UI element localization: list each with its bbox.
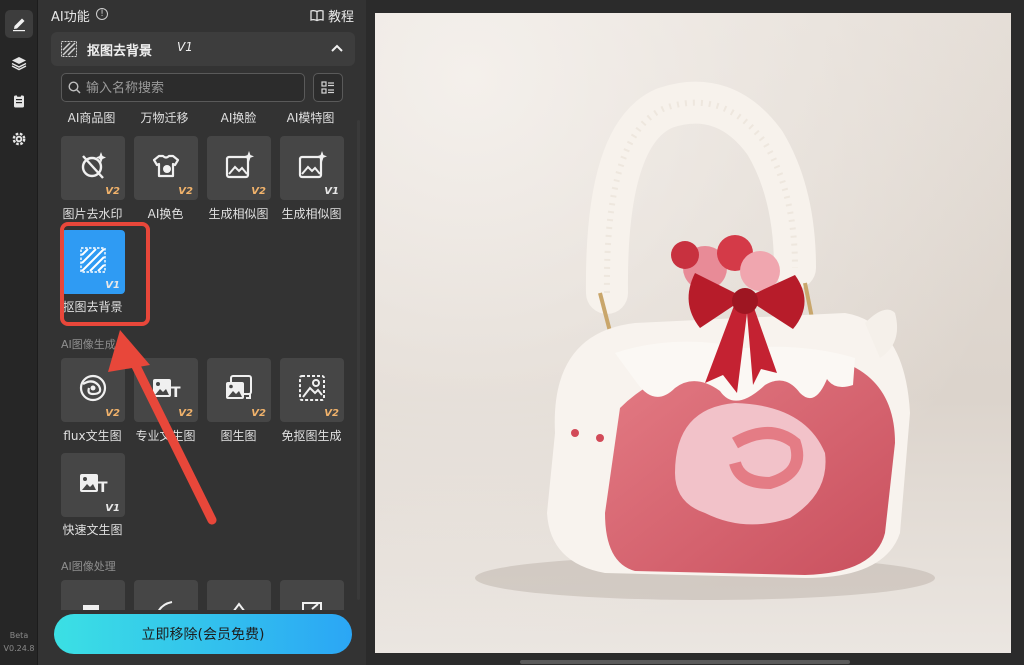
tool-tile-image-to-image[interactable]: V2 (207, 358, 271, 422)
image-text-icon: T (153, 379, 181, 401)
search-input[interactable] (86, 79, 296, 97)
list-view-toggle[interactable] (313, 73, 343, 102)
version-badge: V2 (251, 186, 266, 197)
tool-label-transfer[interactable]: 万物迁移 (127, 109, 202, 126)
handbag-image (375, 13, 1011, 653)
panel-header: AI功能 ! 教程 (38, 0, 366, 30)
tool-label[interactable]: 生成相似图 (274, 205, 349, 222)
tool-tile-recolor[interactable]: V2 (134, 136, 198, 200)
tool-tile-cutout-free-generation[interactable]: V2 (280, 358, 344, 422)
tutorial-link[interactable]: 教程 (310, 6, 354, 25)
version-badge: V2 (251, 408, 266, 419)
tool-label-face-swap[interactable]: AI换脸 (201, 109, 276, 126)
image-sparkle-icon (298, 151, 327, 179)
version-badge: V1 (324, 186, 339, 197)
edit-tool-button[interactable] (5, 10, 33, 38)
tool-tile-pro-text-to-image[interactable]: T V2 (134, 358, 198, 422)
clipboard-icon (14, 94, 24, 108)
tool-label[interactable]: 专业文生图 (128, 427, 203, 444)
version-badge: V2 (178, 408, 193, 419)
tool-tile-similar-v1[interactable]: V1 (280, 136, 344, 200)
image-text-icon: T (80, 474, 108, 496)
tool-label-model[interactable]: AI模特图 (273, 109, 348, 126)
remove-now-button[interactable]: 立即移除(会员免费) (54, 614, 352, 654)
stripes-icon (61, 41, 77, 57)
tool-tile-watermark-removal[interactable]: V2 (61, 136, 125, 200)
expand-icon (302, 602, 322, 610)
version-badge: V2 (178, 186, 193, 197)
shirt-palette-icon (152, 154, 180, 178)
pen-icon (233, 602, 245, 610)
tool-tile[interactable] (280, 580, 344, 610)
category-ai-image-processing: AI图像处理 (61, 560, 116, 573)
list-icon (321, 80, 334, 94)
tool-tile[interactable] (134, 580, 198, 610)
info-icon[interactable]: ! (96, 8, 108, 20)
tool-tile-flux[interactable]: V2 (61, 358, 125, 422)
version-badge: V2 (105, 186, 120, 197)
panel-title: AI功能 (51, 10, 90, 25)
magic-eraser-icon (81, 152, 106, 179)
tool-tile[interactable] (61, 580, 125, 610)
book-icon (310, 9, 324, 22)
product-photo[interactable] (375, 13, 1011, 653)
section-version-badge: V1 (177, 40, 193, 54)
tutorial-label: 教程 (327, 10, 354, 25)
clipboard-tool-button[interactable] (5, 87, 33, 115)
ai-functions-panel: AI功能 ! 教程 抠图去背景 V1 AI商品图 万物迁移 AI换脸 AI模特图… (38, 0, 366, 665)
tool-label[interactable]: AI换色 (128, 205, 203, 222)
panel-scrollbar[interactable] (357, 120, 360, 600)
tool-label[interactable]: 快速文生图 (55, 521, 130, 538)
tool-label[interactable]: flux文生图 (55, 427, 130, 444)
search-icon (68, 81, 81, 94)
tool-tile[interactable] (207, 580, 271, 610)
tools-grid: AI商品图 万物迁移 AI换脸 AI模特图 V2 V2 V2 V1 图片去水印 … (51, 106, 355, 610)
canvas-scrollbar[interactable] (520, 660, 850, 664)
beta-label: Beta (9, 631, 29, 640)
version-badge: V1 (105, 503, 120, 514)
tool-label-ai-product[interactable]: AI商品图 (54, 109, 129, 126)
image-icon (83, 605, 99, 610)
tool-label[interactable]: 生成相似图 (201, 205, 276, 222)
tool-tile-fast-text-to-image[interactable]: T V1 (61, 453, 125, 517)
image-convert-icon (226, 375, 252, 399)
brush-icon (157, 601, 173, 610)
gear-icon (12, 132, 26, 146)
pencil-icon (13, 18, 25, 32)
section-title: 抠图去背景 (87, 44, 153, 59)
selection-highlight-box (60, 222, 150, 326)
tool-rail: Beta V0.24.8 (0, 0, 38, 665)
image-crop-icon (299, 375, 325, 401)
version-badge: V2 (324, 408, 339, 419)
svg-text:T: T (98, 480, 108, 496)
version-label: V0.24.8 (3, 644, 35, 653)
tool-label[interactable]: 图生图 (201, 427, 276, 444)
layers-icon (11, 57, 27, 71)
svg-text:T: T (171, 385, 181, 401)
category-ai-image-generation: AI图像生成 (61, 338, 116, 351)
chevron-up-icon[interactable] (327, 38, 347, 58)
tool-label[interactable]: 图片去水印 (55, 205, 130, 222)
section-header[interactable]: 抠图去背景 V1 (51, 32, 355, 66)
search-field[interactable] (61, 73, 305, 102)
tool-tile-similar-v2[interactable]: V2 (207, 136, 271, 200)
tool-label[interactable]: 免抠图生成 (274, 427, 349, 444)
settings-tool-button[interactable] (5, 125, 33, 153)
image-sparkle-icon (225, 151, 254, 179)
flux-swirl-icon (79, 374, 107, 402)
canvas-area (366, 0, 1024, 665)
layers-tool-button[interactable] (5, 49, 33, 77)
version-badge: V2 (105, 408, 120, 419)
